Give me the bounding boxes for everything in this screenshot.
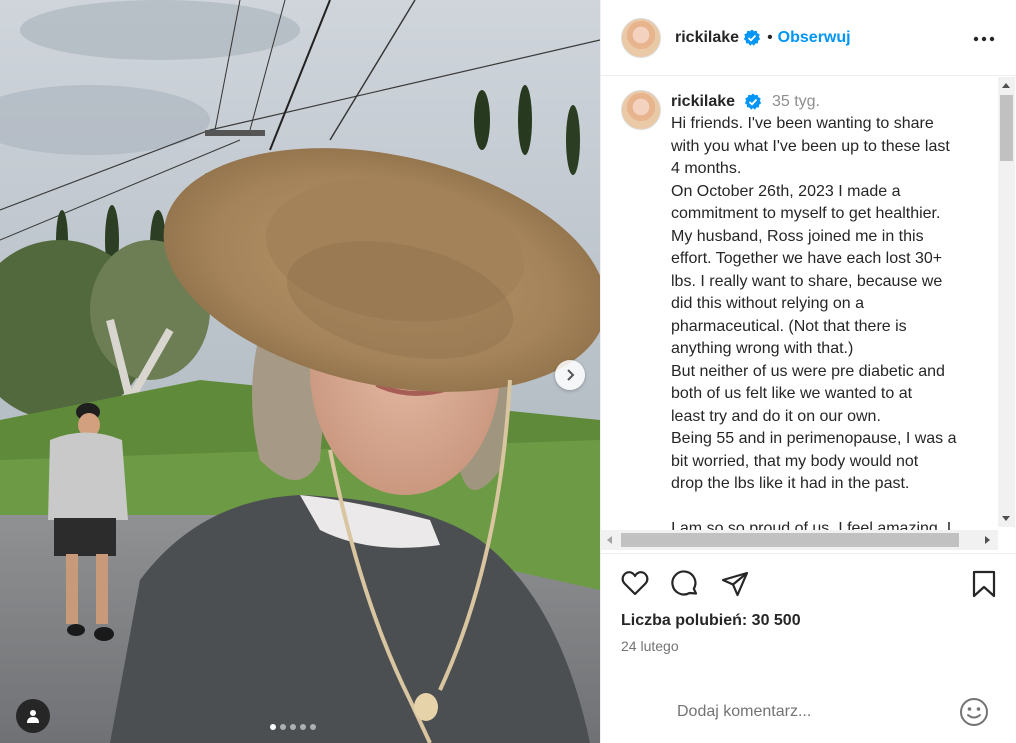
carousel-dot bbox=[310, 724, 316, 730]
comment-input[interactable] bbox=[677, 700, 947, 724]
emoji-icon[interactable] bbox=[959, 697, 989, 732]
caption-header: rickilake 35 tyg. bbox=[671, 91, 991, 113]
horizontal-scrollbar[interactable] bbox=[601, 530, 998, 550]
chevron-right-icon bbox=[567, 369, 575, 381]
carousel-dot bbox=[270, 724, 276, 730]
carousel-dot bbox=[280, 724, 286, 730]
likes-count[interactable]: Liczba polubień: 30 500 bbox=[621, 612, 801, 630]
comments-section[interactable]: rickilake 35 tyg. Hi friends. I've been … bbox=[601, 77, 1016, 553]
bookmark-icon[interactable] bbox=[971, 570, 997, 603]
follow-button[interactable]: Obserwuj bbox=[778, 29, 851, 47]
more-options-icon[interactable] bbox=[973, 29, 995, 47]
caption-avatar-wrap bbox=[621, 90, 661, 130]
scrollbar-thumb[interactable] bbox=[621, 533, 959, 547]
post-date[interactable]: 24 lutego bbox=[621, 638, 679, 654]
carousel-indicator bbox=[270, 724, 316, 730]
carousel-dot bbox=[290, 724, 296, 730]
heart-icon[interactable] bbox=[621, 570, 649, 601]
scroll-left-icon[interactable] bbox=[607, 536, 612, 544]
action-bar bbox=[601, 553, 1016, 613]
scroll-up-icon[interactable] bbox=[1002, 83, 1010, 88]
add-comment-bar bbox=[601, 680, 1016, 743]
post-photo[interactable] bbox=[0, 0, 600, 743]
selfie-image bbox=[0, 0, 600, 743]
caption-username[interactable]: rickilake bbox=[671, 93, 735, 110]
user-tag-icon bbox=[27, 710, 39, 723]
tagged-users-button[interactable] bbox=[16, 699, 50, 733]
caption: rickilake 35 tyg. Hi friends. I've been … bbox=[671, 91, 991, 541]
post-time[interactable]: 35 tyg. bbox=[772, 93, 820, 110]
share-icon[interactable] bbox=[721, 570, 749, 603]
verified-badge-icon bbox=[743, 29, 761, 47]
carousel-next-button[interactable] bbox=[555, 360, 585, 390]
scrollbar-thumb[interactable] bbox=[1000, 95, 1013, 161]
caption-text: Hi friends. I've been wanting to share w… bbox=[671, 115, 957, 537]
post-side-panel: rickilake • Obserwuj rickilake 35 tyg. H… bbox=[600, 0, 1016, 743]
avatar[interactable] bbox=[621, 17, 661, 58]
author-username[interactable]: rickilake bbox=[675, 29, 739, 47]
carousel-dot bbox=[300, 724, 306, 730]
comment-icon[interactable] bbox=[671, 570, 699, 603]
post-header: rickilake • Obserwuj bbox=[601, 0, 1016, 76]
scroll-right-icon[interactable] bbox=[985, 536, 990, 544]
vertical-scrollbar[interactable] bbox=[998, 77, 1015, 527]
scroll-down-icon[interactable] bbox=[1002, 516, 1010, 521]
verified-badge-icon bbox=[744, 93, 762, 111]
avatar[interactable] bbox=[621, 90, 661, 130]
separator-dot: • bbox=[767, 28, 773, 46]
